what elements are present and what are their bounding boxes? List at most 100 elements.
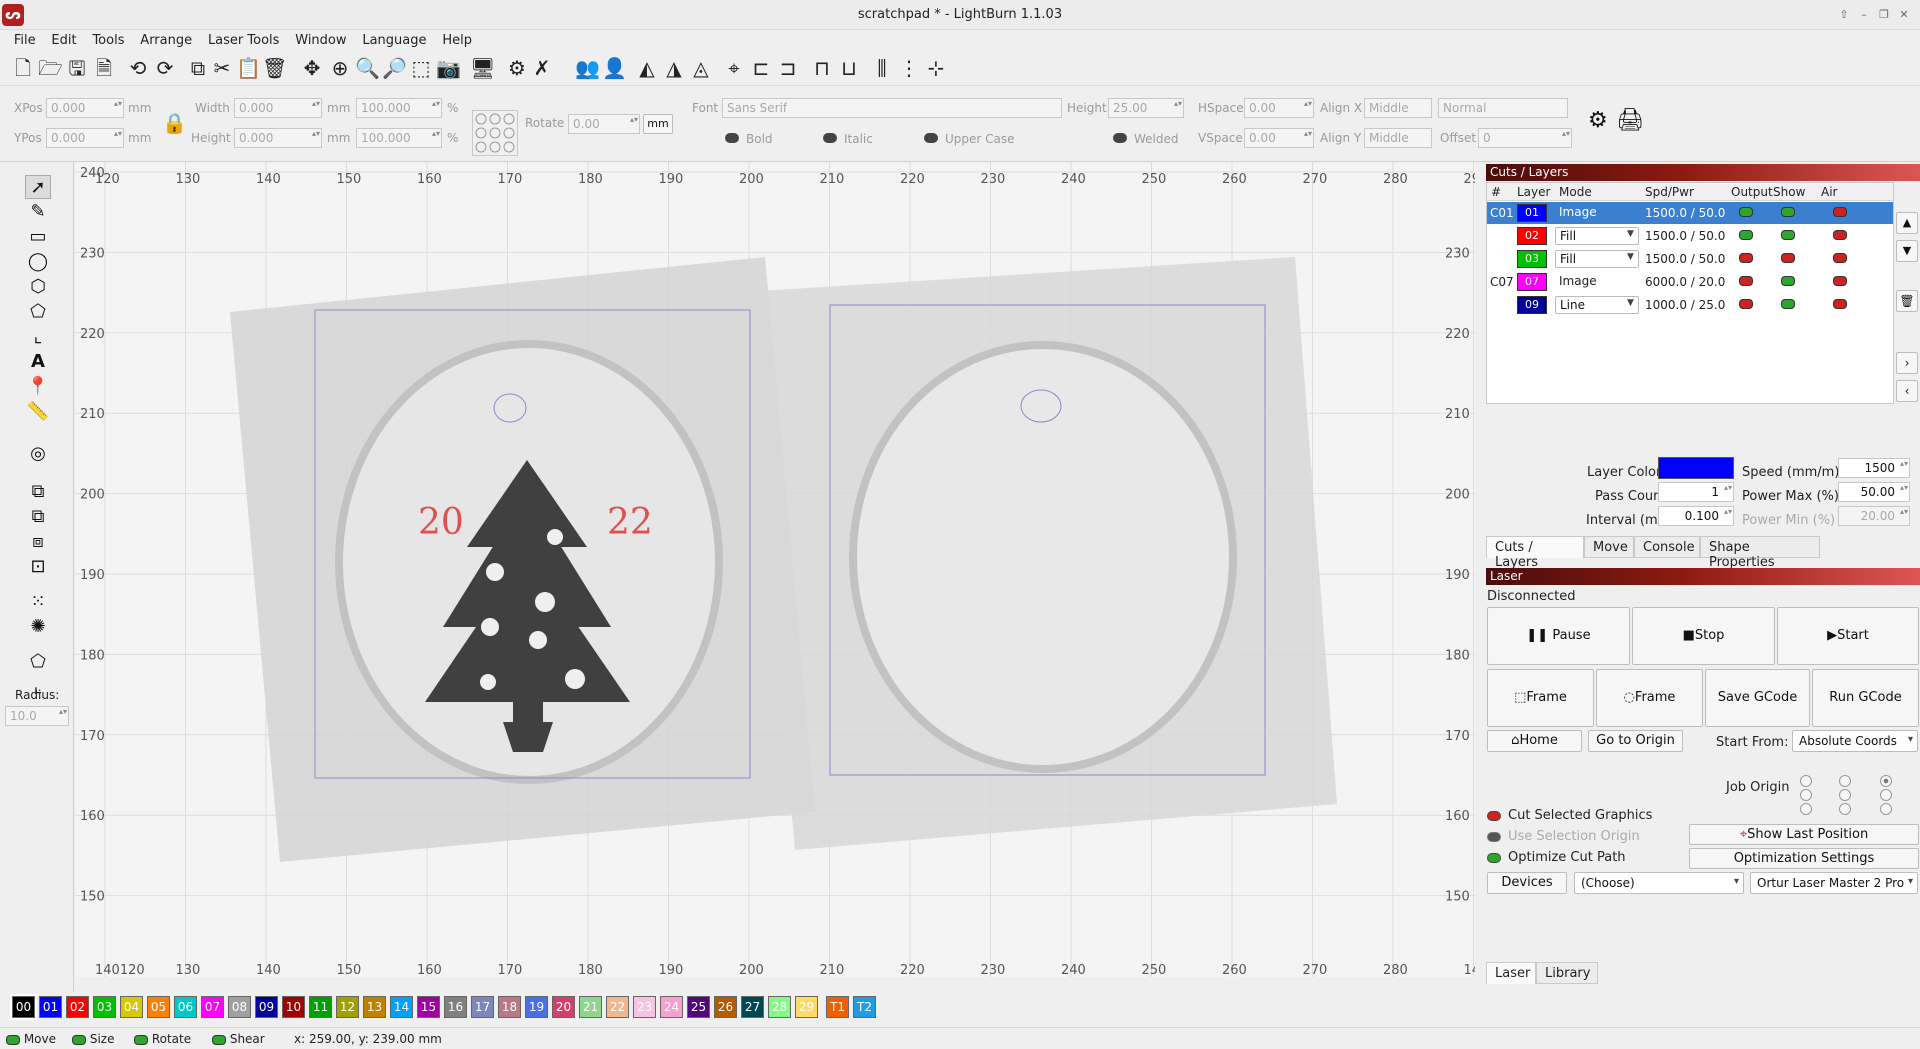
layer-output-toggle[interactable] — [1739, 253, 1753, 263]
rotate-toggle[interactable] — [134, 1034, 148, 1045]
convert-path-icon[interactable]: ⬠ — [25, 650, 51, 674]
menu-window[interactable]: Window — [289, 30, 352, 48]
home-button[interactable]: ⌂Home — [1487, 730, 1582, 752]
mirror-horizontal-icon[interactable]: ◭ — [635, 56, 659, 80]
position-laser-icon[interactable]: 📍 — [25, 375, 51, 399]
variable-text-icon[interactable]: ⚙ — [1588, 108, 1614, 134]
tab-cuts-layers[interactable]: Cuts / Layers — [1486, 536, 1584, 570]
design-canvas[interactable]: 20 22 120 140120 130 130 140 140 150 150 160 160 1… — [75, 162, 1475, 977]
expand-right-icon[interactable]: › — [1896, 352, 1918, 374]
width-percent-input[interactable]: 100.000 — [356, 98, 442, 118]
palette-color-17[interactable]: 17 — [471, 996, 494, 1018]
align-bottom-icon[interactable]: ⊔ — [837, 56, 861, 80]
align-y-select[interactable]: Middle — [1364, 128, 1432, 148]
layer-output-toggle[interactable] — [1739, 207, 1753, 217]
palette-color-26[interactable]: 26 — [714, 996, 737, 1018]
palette-color-13[interactable]: 13 — [363, 996, 386, 1018]
align-center-icon[interactable]: ⌖ — [722, 56, 746, 80]
hspace-input[interactable]: 0.00 — [1244, 98, 1314, 118]
move-toggle[interactable] — [6, 1034, 20, 1045]
zoom-fit-icon[interactable]: ⊕ — [328, 56, 352, 80]
restore-icon[interactable]: ❐ — [1876, 8, 1892, 22]
ypos-input[interactable]: 0.000 — [46, 128, 124, 148]
palette-color-27[interactable]: 27 — [741, 996, 764, 1018]
xpos-input[interactable]: 0.000 — [46, 98, 124, 118]
weld-icon[interactable]: ⧉ — [25, 480, 51, 504]
align-x-select[interactable]: Middle — [1364, 98, 1432, 118]
device-select[interactable]: Ortur Laser Master 2 Pro — [1750, 872, 1918, 894]
align-left-icon[interactable]: ⊏ — [749, 56, 773, 80]
job-origin-bottom-left[interactable] — [1800, 803, 1812, 815]
monitor-icon[interactable]: 🖥 — [470, 56, 495, 80]
layer-color-chip[interactable]: 03 — [1517, 250, 1547, 268]
devices-button[interactable]: Devices — [1487, 872, 1567, 894]
layer-mode[interactable]: Image — [1555, 204, 1639, 222]
select-tool-icon[interactable]: ➚ — [25, 175, 51, 199]
interval-input[interactable]: 0.100 — [1658, 506, 1734, 526]
copy-icon[interactable]: ⧉ — [186, 56, 210, 80]
width-input[interactable]: 0.000 — [234, 98, 322, 118]
height-input[interactable]: 0.000 — [234, 128, 322, 148]
menu-arrange[interactable]: Arrange — [134, 30, 198, 48]
layer-output-toggle[interactable] — [1739, 230, 1753, 240]
palette-color-15[interactable]: 15 — [417, 996, 440, 1018]
move-layer-down-icon[interactable]: ▼ — [1896, 240, 1918, 262]
save-gcode-button[interactable]: Save GCode — [1705, 669, 1810, 727]
power-max-input[interactable]: 50.00 — [1838, 482, 1910, 502]
shear-toggle[interactable] — [212, 1034, 226, 1045]
polygon-tool-icon[interactable]: ⬡ — [25, 275, 51, 299]
ellipse-tool-icon[interactable]: ◯ — [25, 250, 51, 274]
go-to-origin-button[interactable]: Go to Origin — [1588, 730, 1683, 752]
zoom-selection-icon[interactable]: ⬚ — [409, 56, 433, 80]
bracket-tool-icon[interactable]: ⌞ — [25, 325, 51, 349]
palette-color-14[interactable]: 14 — [390, 996, 413, 1018]
stop-button[interactable]: ■Stop — [1632, 607, 1775, 665]
save-icon[interactable]: 🖫 — [65, 56, 89, 80]
menu-laser-tools[interactable]: Laser Tools — [202, 30, 285, 48]
palette-color-01[interactable]: 01 — [39, 996, 62, 1018]
text-height-input[interactable]: 25.00 — [1108, 98, 1184, 118]
power-min-input[interactable]: 20.00 — [1838, 506, 1910, 526]
distribute-v-icon[interactable]: ⋮ — [897, 56, 921, 80]
show-last-position-button[interactable]: ⌖Show Last Position — [1689, 824, 1919, 845]
rotate-input[interactable]: 0.00 — [568, 114, 640, 134]
boolean-union-icon[interactable]: ⧉ — [25, 505, 51, 529]
layer-row[interactable]: 09 Line ▼ 1000.0 / 25.0 — [1487, 294, 1893, 316]
italic-toggle[interactable] — [823, 133, 837, 143]
menu-tools[interactable]: Tools — [86, 30, 130, 48]
vspace-input[interactable]: 0.00 — [1244, 128, 1314, 148]
layer-color-chip[interactable]: 02 — [1517, 227, 1547, 245]
text-year-part-2[interactable]: 22 — [607, 502, 653, 543]
job-origin-bottom-right[interactable] — [1880, 803, 1892, 815]
palette-color-25[interactable]: 25 — [687, 996, 710, 1018]
start-button[interactable]: ▶Start — [1777, 607, 1919, 665]
layer-color-chip[interactable]: 01 — [1517, 204, 1547, 222]
collapse-left-icon[interactable]: ‹ — [1896, 380, 1918, 402]
frame-rect-button[interactable]: ⬚Frame — [1487, 669, 1594, 727]
height-percent-input[interactable]: 100.000 — [356, 128, 442, 148]
palette-color-T2[interactable]: T2 — [853, 996, 876, 1018]
line-tool-icon[interactable]: ⬠ — [25, 300, 51, 324]
palette-color-04[interactable]: 04 — [120, 996, 143, 1018]
print-icon[interactable]: 🖨 — [1616, 108, 1646, 134]
cut-selected-toggle[interactable] — [1487, 811, 1501, 821]
palette-color-T1[interactable]: T1 — [826, 996, 849, 1018]
zoom-out-icon[interactable]: 🔎 — [382, 56, 407, 80]
new-file-icon[interactable]: 🗋 — [11, 56, 35, 80]
settings-icon[interactable]: ⚙ — [505, 56, 529, 80]
ungroup-icon[interactable]: 👤 — [602, 56, 627, 80]
layer-show-toggle[interactable] — [1781, 276, 1795, 286]
palette-color-20[interactable]: 20 — [552, 996, 575, 1018]
palette-color-21[interactable]: 21 — [579, 996, 602, 1018]
palette-color-07[interactable]: 07 — [201, 996, 224, 1018]
palette-color-22[interactable]: 22 — [606, 996, 629, 1018]
delete-icon[interactable]: 🗑 — [262, 56, 287, 80]
text-mode-select[interactable]: Normal — [1438, 98, 1568, 118]
text-tool-icon[interactable]: A — [25, 350, 51, 374]
offset-input[interactable]: 0 — [1478, 128, 1572, 148]
object-origin-grid-icon[interactable] — [472, 110, 518, 156]
font-select[interactable]: Sans Serif — [722, 98, 1062, 118]
rectangle-tool-icon[interactable]: ▭ — [25, 225, 51, 249]
undo-icon[interactable]: ⟲ — [126, 56, 150, 80]
job-origin-top-right[interactable] — [1880, 775, 1892, 787]
